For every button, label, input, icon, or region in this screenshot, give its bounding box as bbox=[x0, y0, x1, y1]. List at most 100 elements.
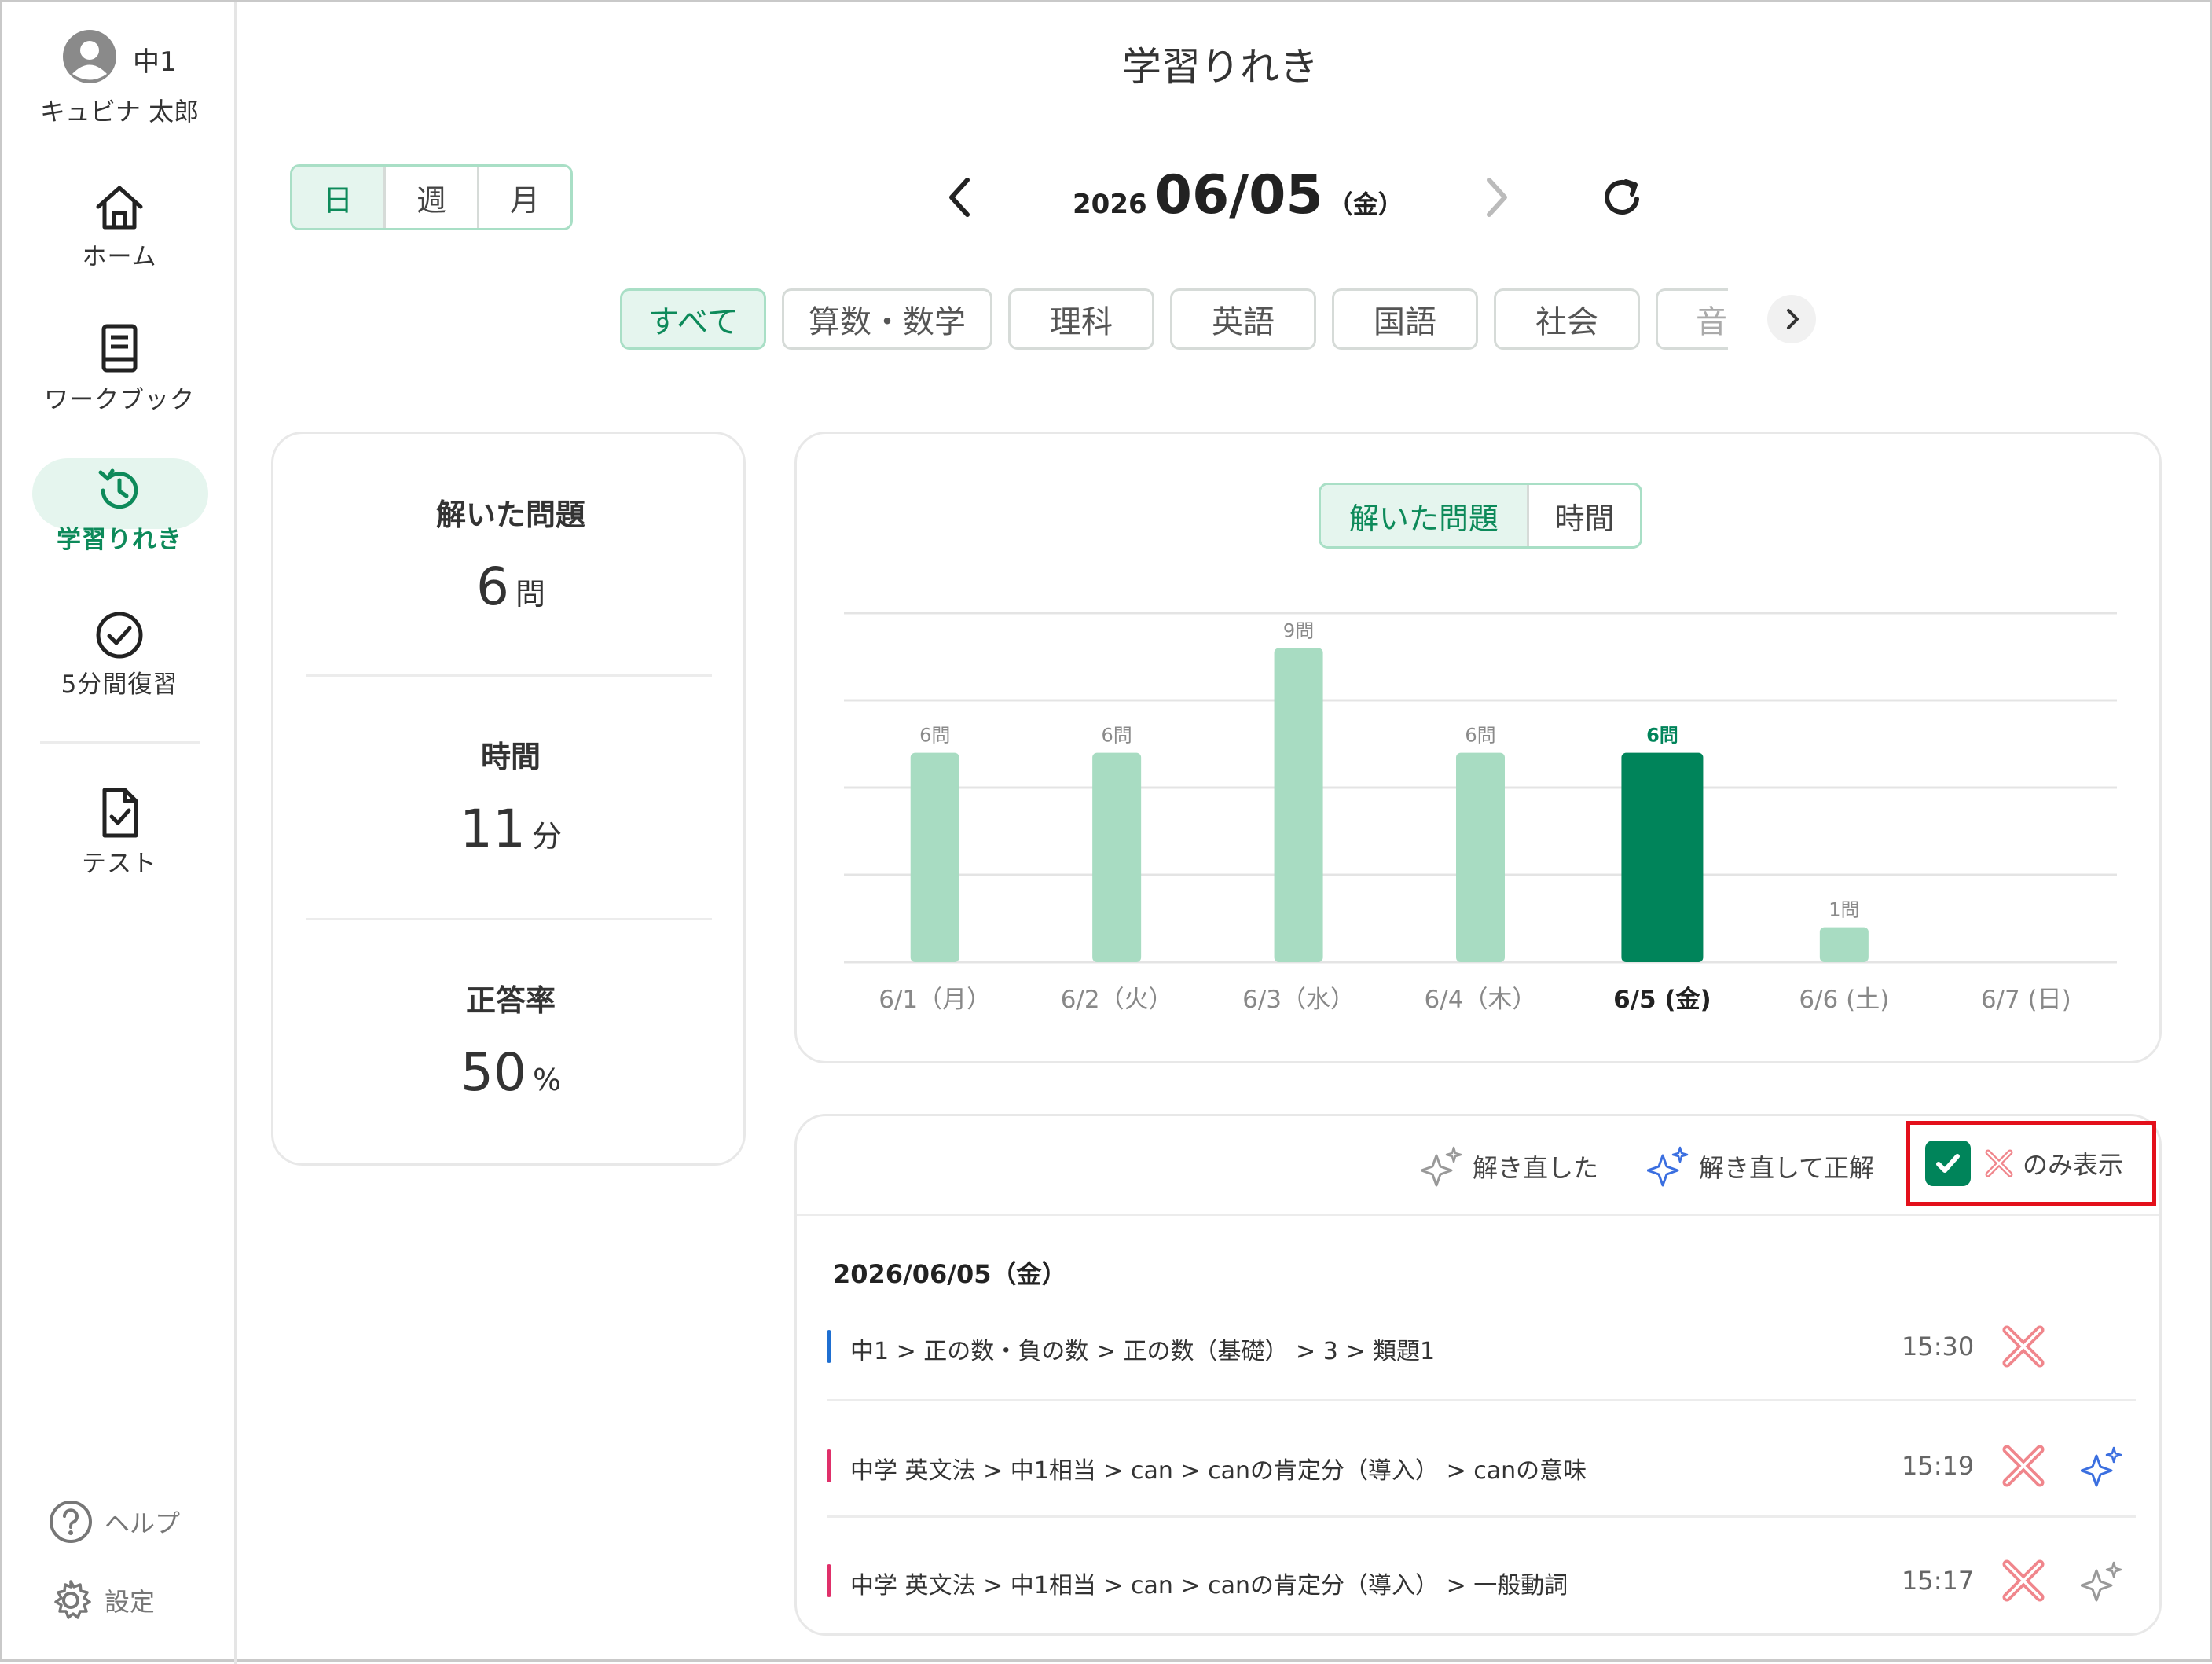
history-row[interactable]: 中学 英文法 > 中1相当 > can > canの肯定分（導入） > canの… bbox=[797, 1418, 2159, 1514]
chart-category-label: 6/6 (土) bbox=[1799, 986, 1889, 1014]
chart-category-label: 6/2（火） bbox=[1061, 986, 1173, 1014]
next-date-button[interactable] bbox=[1472, 172, 1519, 222]
subject-chip-music-label: 音 bbox=[1696, 304, 1727, 340]
filter-wrong-only-label: のみ表示 bbox=[2023, 1150, 2124, 1180]
filter-wrong-only[interactable]: のみ表示 bbox=[1925, 1140, 2123, 1187]
row-path: 中学 英文法 > 中1相当 > can > canの肯定分（導入） > 一般動詞 bbox=[850, 1572, 1568, 1600]
chart-bar bbox=[1456, 752, 1505, 962]
chart-toggle-problems[interactable]: 解いた問題 bbox=[1321, 485, 1530, 546]
tab-week[interactable]: 週 bbox=[386, 167, 479, 228]
filter-retried-correct-label: 解き直して正解 bbox=[1699, 1153, 1875, 1183]
chart-bar bbox=[1274, 648, 1323, 962]
chart-toggle-time[interactable]: 時間 bbox=[1529, 485, 1640, 546]
subject-chip-japanese[interactable]: 国語 bbox=[1332, 288, 1478, 350]
chevron-left-icon bbox=[949, 178, 970, 217]
subject-chip-science[interactable]: 理科 bbox=[1008, 288, 1154, 350]
row-path: 中学 英文法 > 中1相当 > can > canの肯定分（導入） > canの… bbox=[850, 1457, 1587, 1485]
chart-data-label: 6問 bbox=[1646, 725, 1678, 747]
chart-metric-toggle: 解いた問題 時間 bbox=[1319, 483, 1642, 549]
nav-history[interactable]: 学習りれき bbox=[2, 465, 237, 555]
chart-data-label: 9問 bbox=[1283, 619, 1314, 641]
nav-workbook[interactable]: ワークブック bbox=[2, 321, 237, 415]
bar-chart: 6問 6/1（月） 6問 6/2（火） 9問 6/3（水） 6問 6/4（木） 6問 6/5 (金… bbox=[844, 612, 2117, 1014]
nav-review[interactable]: 5分間復習 bbox=[2, 609, 237, 700]
help-link[interactable]: ヘルプ bbox=[48, 1499, 180, 1545]
user-grade: 中1 bbox=[133, 46, 177, 78]
stats-divider bbox=[306, 674, 712, 677]
help-label: ヘルプ bbox=[105, 1508, 181, 1538]
nav-history-label: 学習りれき bbox=[57, 526, 182, 554]
gear-icon bbox=[54, 1580, 91, 1619]
chart-category-label: 6/3（水） bbox=[1242, 986, 1355, 1014]
chart-card: 解いた問題 時間 6問 6/1（月） 6問 6/2（火） 9問 6/3（水） 6問 6/4（木… bbox=[794, 432, 2162, 1063]
cross-mark-icon bbox=[1985, 1149, 2013, 1177]
filter-retried[interactable]: 解き直した bbox=[1421, 1143, 1598, 1190]
settings-link[interactable]: 設定 bbox=[48, 1578, 155, 1623]
refresh-icon bbox=[1605, 179, 1639, 215]
sparkle-outline-icon bbox=[1421, 1146, 1462, 1187]
subject-chip-english[interactable]: 英語 bbox=[1170, 288, 1316, 350]
history-card: 解き直した 解き直して正解 のみ表示 2026/06/05（金） 中1 > 正の… bbox=[794, 1114, 2162, 1636]
test-doc-icon bbox=[102, 788, 138, 838]
tab-month[interactable]: 月 bbox=[479, 167, 570, 228]
filter-retried-correct[interactable]: 解き直して正解 bbox=[1647, 1143, 1874, 1190]
stat-problems-number: 6 bbox=[475, 557, 509, 617]
home-icon bbox=[96, 186, 143, 230]
avatar[interactable] bbox=[62, 29, 117, 84]
stats-divider bbox=[306, 918, 712, 920]
stat-problems-value: 6問 bbox=[273, 557, 748, 617]
chart-category-label: 6/4（木） bbox=[1425, 986, 1537, 1014]
nav-test-label: テスト bbox=[82, 850, 157, 878]
sparkle-outline-icon bbox=[2081, 1561, 2122, 1602]
cross-mark-icon bbox=[2002, 1325, 2045, 1368]
subject-chip-math[interactable]: 算数・数学 bbox=[782, 288, 992, 350]
chart-data-label: 6問 bbox=[1465, 725, 1495, 747]
nav-workbook-label: ワークブック bbox=[44, 386, 195, 414]
chevron-right-icon bbox=[1487, 178, 1507, 217]
nav-review-label: 5分間復習 bbox=[61, 670, 178, 699]
sparkle-blue-icon bbox=[2081, 1446, 2122, 1487]
date-year: 2026 bbox=[1073, 189, 1147, 220]
nav-home-label: ホーム bbox=[82, 243, 157, 271]
current-date: 2026 06/05 （金） bbox=[1073, 164, 1403, 226]
subjects-scroll-right-button[interactable] bbox=[1767, 295, 1816, 343]
wrong-only-checkbox[interactable] bbox=[1925, 1141, 1971, 1186]
subject-chip-music[interactable]: 音 bbox=[1656, 288, 1728, 350]
check-icon bbox=[1936, 1154, 1960, 1173]
page-title: 学習りれき bbox=[1122, 44, 1319, 90]
refresh-button[interactable] bbox=[1598, 172, 1648, 222]
chart-data-label: 6問 bbox=[1102, 725, 1132, 747]
chart-data-label: 6問 bbox=[919, 725, 950, 747]
subject-chip-all[interactable]: すべて bbox=[620, 288, 766, 350]
chart-bar bbox=[1819, 927, 1869, 962]
row-subject-color-bar bbox=[827, 1330, 831, 1363]
row-time: 15:30 bbox=[1902, 1332, 1975, 1361]
chevron-right-icon bbox=[1787, 309, 1799, 329]
nav-test[interactable]: テスト bbox=[2, 785, 237, 879]
cross-mark-icon bbox=[2002, 1445, 2045, 1487]
history-row[interactable]: 中1 > 正の数・負の数 > 正の数（基礎） > 3 > 類題1 15:30 bbox=[797, 1299, 2159, 1394]
stat-time-unit: 分 bbox=[531, 819, 562, 854]
chart-data-label: 1問 bbox=[1829, 899, 1859, 921]
sidebar: 中1 キュビナ 太郎 ホーム ワークブック 学習りれき 5分間復習 テスト ヘル… bbox=[2, 2, 237, 1664]
filter-retried-label: 解き直した bbox=[1473, 1153, 1599, 1183]
nav-home[interactable]: ホーム bbox=[2, 182, 237, 272]
row-path: 中1 > 正の数・負の数 > 正の数（基礎） > 3 > 類題1 bbox=[850, 1338, 1436, 1365]
row-divider bbox=[827, 1399, 2136, 1401]
stat-time-value: 11 分 bbox=[273, 799, 748, 859]
tab-day[interactable]: 日 bbox=[292, 167, 386, 228]
row-subject-color-bar bbox=[827, 1564, 831, 1597]
prev-date-button[interactable] bbox=[937, 172, 985, 222]
check-circle-icon bbox=[96, 612, 143, 659]
cross-mark-icon bbox=[2002, 1559, 2045, 1602]
help-icon bbox=[50, 1501, 92, 1543]
stat-time-number: 11 bbox=[460, 799, 526, 859]
stat-accuracy-value: 50% bbox=[273, 1042, 748, 1103]
book-icon bbox=[101, 324, 138, 373]
stat-accuracy-number: 50 bbox=[460, 1042, 526, 1103]
row-subject-color-bar bbox=[827, 1449, 831, 1482]
stats-card: 解いた問題 6問 時間 11 分 正答率 50% bbox=[271, 432, 746, 1166]
chart-category-label: 6/1（月） bbox=[879, 986, 991, 1014]
history-row[interactable]: 中学 英文法 > 中1相当 > can > canの肯定分（導入） > 一般動詞… bbox=[797, 1533, 2159, 1629]
subject-chip-social[interactable]: 社会 bbox=[1494, 288, 1640, 350]
